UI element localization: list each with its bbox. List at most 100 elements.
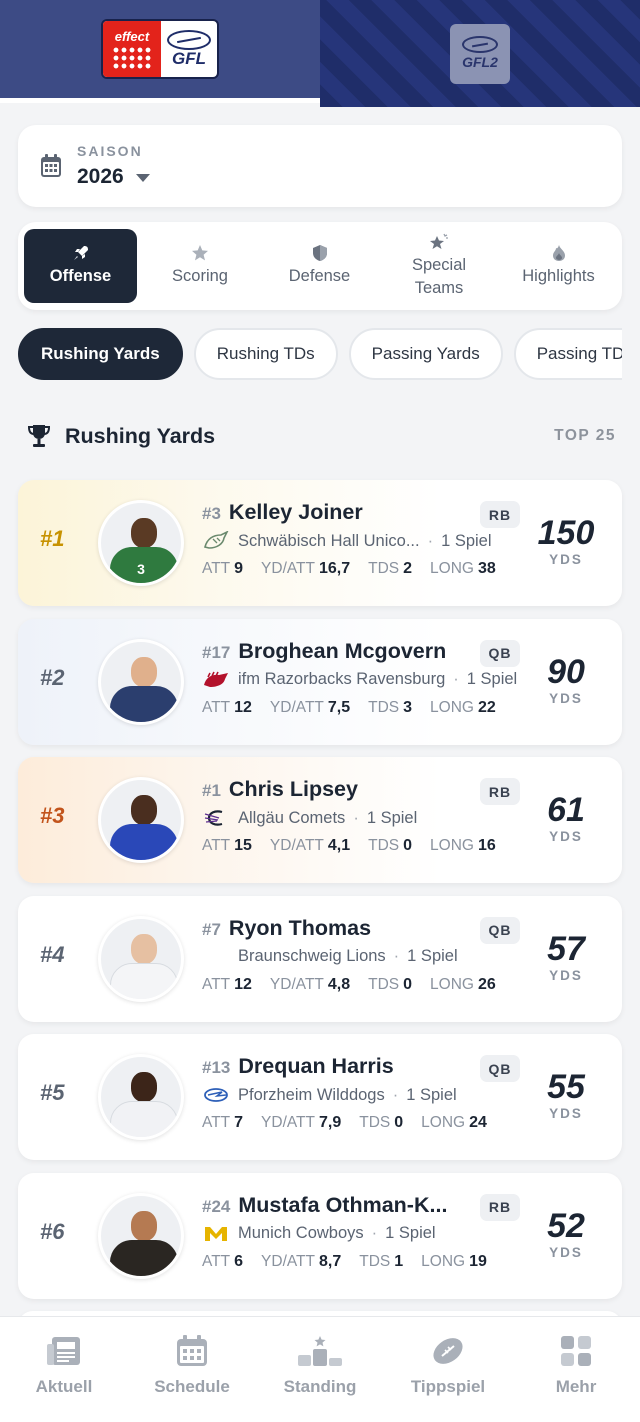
- trophy-icon: [27, 425, 51, 447]
- gfl-logo: effect GFL: [101, 19, 219, 79]
- position-badge: QB: [480, 916, 520, 944]
- stat-tds: TDS 0: [368, 975, 413, 993]
- team-name: Munich Cowboys: [238, 1224, 364, 1242]
- yards-value: 52: [547, 1206, 585, 1245]
- position-badge: RB: [480, 1193, 520, 1221]
- nav-tippspiel[interactable]: Tippspiel: [384, 1317, 512, 1422]
- bottom-nav: Aktuell Schedule Standing Tippspiel Mehr: [0, 1316, 640, 1422]
- position-badge: QB: [480, 1055, 520, 1082]
- player-name: Ryon Thomas: [228, 915, 372, 940]
- rank-label: #6: [40, 1218, 65, 1244]
- stat-ydatt: YD/ATT 16,7: [261, 560, 351, 577]
- nav-label: Aktuell: [35, 1377, 93, 1396]
- league-switcher: effect GFL GFL2: [0, 0, 640, 107]
- category-tabs: Offense Scoring Defense Special Teams Hig…: [18, 222, 622, 310]
- jersey-number: #24: [202, 1196, 231, 1216]
- stat-tds: TDS 1: [359, 1252, 404, 1270]
- nav-aktuell[interactable]: Aktuell: [0, 1317, 128, 1422]
- stat-long: LONG 26: [430, 975, 496, 993]
- comet-team-logo-icon: [202, 808, 230, 828]
- lion-team-logo-icon: [202, 947, 230, 967]
- pill-rushing-yards[interactable]: Rushing Yards: [18, 328, 183, 380]
- section-header: Rushing Yards TOP 25: [26, 418, 616, 454]
- pill-passing-tds[interactable]: Passing TDs: [513, 328, 622, 380]
- tab-label: Offense: [49, 267, 112, 285]
- stat-long: LONG 22: [430, 698, 496, 716]
- league-tab-gfl[interactable]: effect GFL: [0, 0, 320, 103]
- stat-ydatt: YD/ATT 7,5: [269, 698, 351, 716]
- player-avatar: [98, 777, 184, 863]
- calendar-icon: [41, 154, 61, 177]
- season-value: 2026: [77, 165, 124, 188]
- yards-unit: YDS: [549, 690, 583, 706]
- games-played: 1 Spiel: [366, 808, 418, 827]
- stat-ydatt: YD/ATT 8,7: [261, 1252, 342, 1270]
- stat-att: ATT 7: [202, 1114, 244, 1131]
- tab-offense[interactable]: Offense: [24, 229, 137, 303]
- team-name: Braunschweig Lions: [238, 947, 386, 965]
- games-played: 1 Spiel: [385, 1224, 436, 1242]
- tab-defense[interactable]: Defense: [263, 229, 376, 303]
- stat-ydatt: YD/ATT 7,9: [261, 1114, 342, 1131]
- pill-rushing-tds[interactable]: Rushing TDs: [193, 328, 338, 380]
- star-icon: [192, 245, 208, 261]
- season-selector[interactable]: SAISON 2026: [18, 125, 622, 207]
- chevron-down-icon: [135, 174, 150, 182]
- newspaper-icon: [47, 1337, 80, 1365]
- tab-label: Highlights: [522, 267, 595, 285]
- yards-value: 55: [547, 1068, 585, 1106]
- tab-label: Special Teams: [411, 255, 467, 297]
- nav-label: Schedule: [154, 1377, 230, 1396]
- stat-long: LONG 38: [430, 560, 496, 577]
- team-name: ifm Razorbacks Ravensburg: [238, 670, 446, 688]
- league-tab-gfl2[interactable]: GFL2: [320, 0, 640, 107]
- tab-scoring[interactable]: Scoring: [144, 229, 257, 303]
- gfl-logo-text: GFL: [172, 49, 206, 68]
- tab-label: Scoring: [172, 267, 228, 285]
- games-played: 1 Spiel: [466, 670, 518, 688]
- stat-att: ATT 9: [202, 560, 244, 577]
- rank-label: #3: [40, 803, 65, 828]
- stat-tds: TDS 2: [368, 560, 413, 577]
- tab-label: Defense: [288, 267, 351, 285]
- tab-special-teams[interactable]: Special Teams: [383, 229, 496, 303]
- top-count-badge: TOP 25: [554, 427, 616, 444]
- player-name: Drequan Harris: [238, 1054, 394, 1078]
- rank-label: #1: [40, 526, 65, 551]
- jersey-number: #13: [202, 1058, 231, 1077]
- jersey-number: #3: [202, 504, 221, 523]
- player-card[interactable]: #1 3 #3 Kelley Joiner Schwäbisch Hall Un…: [18, 480, 622, 606]
- player-card[interactable]: #3 #1 Chris Lipsey Allgäu Comets · 1 Spi…: [18, 757, 622, 883]
- yards-unit: YDS: [549, 967, 583, 983]
- effect-brand-text: effect: [114, 28, 150, 44]
- nav-mehr[interactable]: Mehr: [512, 1317, 640, 1422]
- position-badge: RB: [480, 501, 520, 528]
- rank-label: #2: [40, 664, 65, 690]
- yards-unit: YDS: [549, 1244, 583, 1260]
- team-name: Schwäbisch Hall Unico...: [238, 531, 420, 550]
- player-name: Chris Lipsey: [228, 777, 358, 801]
- position-badge: QB: [480, 639, 520, 667]
- player-card[interactable]: #6 #24 Mustafa Othman-K... Munich Cowboy…: [18, 1172, 622, 1299]
- jersey-number: #7: [202, 919, 221, 939]
- yards-value: 90: [547, 652, 585, 691]
- nav-standing[interactable]: Standing: [256, 1317, 384, 1422]
- stat-tds: TDS 0: [359, 1114, 404, 1131]
- stat-att: ATT 15: [202, 837, 252, 854]
- team-name: Allgäu Comets: [238, 808, 346, 827]
- team-name: Pforzheim Wilddogs: [238, 1085, 385, 1104]
- stat-ydatt: YD/ATT 4,1: [269, 837, 351, 854]
- player-card[interactable]: #2 #17 Broghean Mcgovern ifm Razorbacks …: [18, 618, 622, 745]
- gfl2-logo-text: GFL2: [462, 54, 498, 70]
- nav-schedule[interactable]: Schedule: [128, 1317, 256, 1422]
- stat-att: ATT 12: [202, 975, 252, 993]
- jersey-number: #17: [202, 642, 231, 662]
- pill-passing-yards[interactable]: Passing Yards: [348, 328, 503, 380]
- tab-highlights[interactable]: Highlights: [502, 229, 615, 303]
- unicorn-team-logo-icon: [202, 531, 230, 551]
- player-card[interactable]: #4 #7 Ryon Thomas Braunschweig Lions · 1…: [18, 895, 622, 1022]
- stat-long: LONG 24: [421, 1114, 487, 1131]
- stat-type-pills: Rushing Yards Rushing TDs Passing Yards …: [18, 328, 622, 382]
- player-card[interactable]: #5 #13 Drequan Harris Pforzheim Wilddogs…: [18, 1034, 622, 1160]
- player-avatar: [98, 638, 184, 725]
